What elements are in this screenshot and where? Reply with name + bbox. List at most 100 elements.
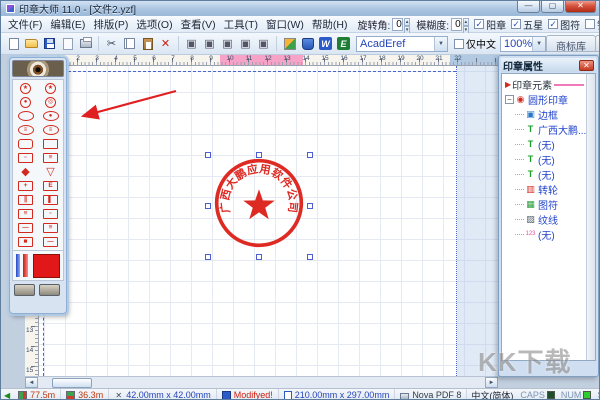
stamp-shape-icon[interactable]: ● [13, 95, 38, 109]
delete-icon[interactable]: ✕ [157, 35, 174, 52]
arrange-5-icon[interactable]: ▣ [255, 35, 272, 52]
stamp-shape-icon[interactable]: + [13, 179, 38, 193]
scroll-left-icon[interactable]: ◄ [25, 377, 38, 388]
tree-item-7[interactable]: ▦图符 [515, 197, 584, 212]
stamp-shape-icon[interactable] [13, 137, 38, 151]
tree-expander-icon[interactable]: – [505, 95, 514, 104]
stamp-shape-icon[interactable]: ∥ [13, 193, 38, 207]
selection-handle[interactable] [205, 152, 211, 158]
stamp-shape-icon[interactable]: ★ [13, 81, 38, 95]
menu-item-7[interactable]: 帮助(H) [308, 16, 352, 33]
checkbox-icon[interactable]: ✓ [548, 19, 558, 29]
red-color-swatch[interactable] [23, 254, 27, 277]
new-icon[interactable] [5, 35, 22, 52]
tree-item-6[interactable]: ▥转轮 [515, 182, 584, 197]
cut-icon[interactable]: ✂ [103, 35, 120, 52]
seal-option-0[interactable]: ✓阳章 [474, 17, 506, 32]
tree-item-3[interactable]: T(无) [515, 137, 584, 152]
selection-handle[interactable] [256, 152, 262, 158]
menu-item-4[interactable]: 查看(V) [177, 16, 220, 33]
selection-handle[interactable] [205, 254, 211, 260]
stamp-preview-icon[interactable] [39, 284, 60, 296]
checkbox-icon[interactable]: ✓ [474, 19, 484, 29]
rotation-input[interactable]: 0 [392, 18, 403, 31]
menu-item-6[interactable]: 窗口(W) [262, 16, 308, 33]
selection-handle[interactable] [307, 254, 313, 260]
scrollbar-thumb[interactable] [52, 378, 92, 388]
menu-item-2[interactable]: 排版(P) [89, 16, 132, 33]
open-icon[interactable] [23, 35, 40, 52]
selection-handle[interactable] [205, 203, 211, 209]
stamp-shape-icon[interactable]: ◆ [13, 165, 38, 179]
font-combobox[interactable]: AcadEref ▼ [356, 36, 448, 52]
seal-object[interactable]: 广西大鹏应用软件公司 [213, 157, 305, 249]
status-nav-left-icon[interactable]: ◀ [1, 391, 13, 400]
tree-item-0[interactable]: –◉圆形印章 [505, 92, 584, 107]
save-icon[interactable] [41, 35, 58, 52]
print-icon[interactable] [77, 35, 94, 52]
stamp-shape-icon[interactable] [13, 109, 38, 123]
stamp-shape-icon[interactable]: ◎ [38, 95, 63, 109]
menu-item-1[interactable]: 编辑(E) [46, 16, 89, 33]
tree-item-5[interactable]: T(无) [515, 167, 584, 182]
copy-icon[interactable] [121, 35, 138, 52]
blue-color-swatch[interactable] [16, 254, 20, 277]
library-tab-1[interactable]: 印章库 [595, 35, 600, 52]
stamp-shape-icon[interactable]: ▌ [38, 193, 63, 207]
stamp-shape-icon[interactable]: ▫ [13, 151, 38, 165]
tree-item-8[interactable]: ▨纹线 [515, 212, 584, 227]
library-tab-0[interactable]: 商标库 [546, 35, 596, 52]
panel-close-icon[interactable]: ✕ [579, 60, 594, 71]
stamp-shape-icon[interactable]: ≡ [13, 207, 38, 221]
stamp-shape-icon[interactable]: — [13, 221, 38, 235]
selection-handle[interactable] [256, 254, 262, 260]
stamp-preview-icon[interactable] [14, 284, 35, 296]
close-icon[interactable]: ✕ [565, 1, 596, 13]
stamp-shape-icon[interactable]: E [38, 179, 63, 193]
stamp-shape-icon[interactable] [38, 137, 63, 151]
stamp-shape-icon[interactable]: ≡ [38, 123, 63, 137]
seal-option-2[interactable]: ✓图符 [548, 17, 580, 32]
maximize-icon[interactable]: ▢ [541, 1, 564, 13]
rotation-stepper[interactable]: ▲▼ [404, 18, 410, 31]
title-bar[interactable]: 印章大师 11.0 - [文件2.yzf] — ▢ ✕ [1, 1, 600, 16]
current-color-swatch[interactable] [33, 254, 60, 278]
export-excel-icon[interactable]: E [335, 35, 352, 52]
export-image-icon[interactable] [281, 35, 298, 52]
stamp-shape-icon[interactable]: ● [38, 109, 63, 123]
stamp-shape-icon[interactable]: ≡ [13, 123, 38, 137]
chevron-down-icon[interactable]: ▼ [434, 37, 447, 51]
tree-item-1[interactable]: ▣边框 [515, 107, 584, 122]
arrange-3-icon[interactable]: ▣ [219, 35, 236, 52]
stamp-shape-icon[interactable]: ★ [38, 81, 63, 95]
horizontal-scrollbar[interactable]: ◄ ► [25, 376, 498, 388]
arrange-1-icon[interactable]: ▣ [183, 35, 200, 52]
print-preview-icon[interactable] [59, 35, 76, 52]
checkbox-icon[interactable]: ✓ [511, 19, 521, 29]
menu-item-3[interactable]: 选项(O) [132, 16, 176, 33]
selection-handle[interactable] [307, 203, 313, 209]
stamp-shape-icon[interactable]: ▫ [38, 207, 63, 221]
selection-handle[interactable] [307, 152, 313, 158]
menu-item-5[interactable]: 工具(T) [220, 16, 262, 33]
seal-option-3[interactable]: 镂空 [585, 17, 600, 32]
tree-item-4[interactable]: T(无) [515, 152, 584, 167]
stamp-shape-icon[interactable]: ≡ [38, 151, 63, 165]
export-word-icon[interactable]: W [317, 35, 334, 52]
stamp-shape-icon[interactable]: — [38, 235, 63, 249]
stamp-shape-icon[interactable]: ≡ [38, 221, 63, 235]
minimize-icon[interactable]: — [517, 1, 540, 13]
checkbox-icon[interactable] [454, 39, 464, 49]
chevron-down-icon[interactable]: ▼ [532, 37, 545, 51]
tree-item-2[interactable]: T广西大鹏... [515, 122, 584, 137]
stamp-shape-icon[interactable]: ■ [13, 235, 38, 249]
panel-scrollbar[interactable] [586, 74, 595, 360]
stamp-shape-icon[interactable]: ▽ [38, 165, 63, 179]
arrange-4-icon[interactable]: ▣ [237, 35, 254, 52]
design-canvas[interactable]: 广西大鹏应用软件公司 [39, 66, 498, 376]
paste-icon[interactable] [139, 35, 156, 52]
panel-title-bar[interactable]: 印章属性 ✕ [501, 58, 596, 72]
checkbox-icon[interactable] [585, 19, 595, 29]
fill-color-icon[interactable] [299, 35, 316, 52]
spin-up-icon[interactable]: ▲ [404, 18, 410, 26]
